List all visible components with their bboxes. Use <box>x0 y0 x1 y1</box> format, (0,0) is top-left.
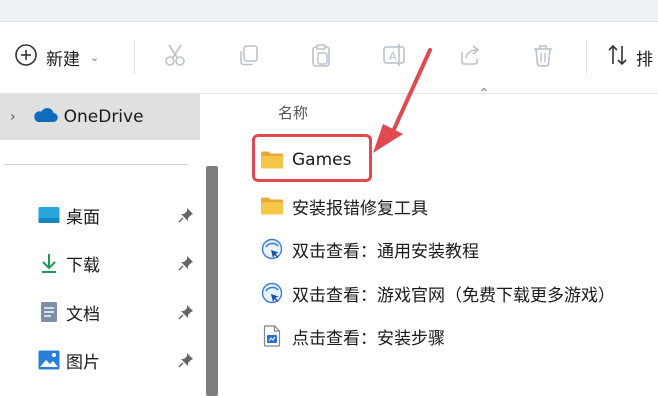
column-header-name[interactable]: 名称 <box>278 102 308 123</box>
desktop-icon <box>38 204 60 226</box>
paste-icon <box>308 42 334 72</box>
sidebar-item-label: 桌面 <box>66 207 100 228</box>
download-icon <box>38 252 60 274</box>
sort-button[interactable]: 排 <box>606 42 653 72</box>
sidebar-scrollbar[interactable] <box>206 166 218 396</box>
copy-button[interactable] <box>234 42 264 72</box>
chevron-right-icon[interactable]: › <box>10 109 16 125</box>
pin-icon[interactable] <box>178 352 194 368</box>
list-item[interactable]: Games <box>260 145 351 175</box>
sort-button-label: 排 <box>636 49 653 70</box>
pictures-icon <box>38 349 60 371</box>
command-bar: 新建 ⌄ A 排 <box>0 22 658 94</box>
share-icon <box>456 42 482 72</box>
pin-icon[interactable] <box>178 304 194 320</box>
file-name: Games <box>292 150 352 170</box>
toolbar-divider <box>586 40 587 74</box>
share-button[interactable] <box>454 42 484 72</box>
cut-button[interactable] <box>160 42 190 72</box>
folder-icon <box>260 195 284 217</box>
file-list: ⌃ 名称 Games 安装报错修复工具 双击查看：通用安装教程 双击查看：游戏官… <box>228 86 658 396</box>
folder-icon <box>260 149 284 171</box>
internet-shortcut-icon <box>260 282 284 304</box>
chevron-down-icon: ⌄ <box>90 50 100 64</box>
new-button[interactable]: 新建 ⌄ <box>8 42 105 72</box>
sidebar-item-label: 图片 <box>66 352 100 373</box>
file-name: 双击查看：通用安装教程 <box>292 241 479 262</box>
navigation-pane: › OneDrive 桌面 下载 文档 图片 <box>0 94 222 396</box>
sort-ascending-caret-icon: ⌃ <box>478 86 490 102</box>
documents-icon <box>38 301 60 323</box>
paste-button[interactable] <box>306 42 336 72</box>
svg-text:A: A <box>389 50 397 63</box>
copy-icon <box>236 42 262 72</box>
file-name: 双击查看：游戏官网（免费下载更多游戏） <box>292 285 615 306</box>
onedrive-cloud-icon <box>32 106 58 128</box>
list-item[interactable]: 双击查看：通用安装教程 <box>260 234 479 264</box>
sidebar-item-pictures[interactable]: 图片 <box>38 345 200 375</box>
toolbar-divider <box>134 40 135 74</box>
cut-icon <box>162 42 188 72</box>
rename-icon: A <box>381 42 409 72</box>
add-icon <box>14 43 38 71</box>
sidebar-item-onedrive[interactable]: › OneDrive <box>0 94 200 140</box>
sort-icon <box>606 43 630 71</box>
sidebar-item-label: 下载 <box>66 255 100 276</box>
sidebar-item-downloads[interactable]: 下载 <box>38 248 200 278</box>
list-item[interactable]: 安装报错修复工具 <box>260 191 428 221</box>
delete-button[interactable] <box>528 42 558 72</box>
document-file-icon <box>260 325 284 347</box>
sidebar-item-desktop[interactable]: 桌面 <box>38 200 200 230</box>
internet-shortcut-icon <box>260 238 284 260</box>
sidebar-item-label: 文档 <box>66 304 100 325</box>
sidebar-item-documents[interactable]: 文档 <box>38 297 200 327</box>
list-item[interactable]: 点击查看：安装步骤 <box>260 321 445 351</box>
sidebar-item-label: OneDrive <box>63 107 144 127</box>
new-button-label: 新建 <box>46 49 80 70</box>
list-item[interactable]: 双击查看：游戏官网（免费下载更多游戏） <box>260 278 615 308</box>
delete-icon <box>530 42 556 72</box>
file-name: 点击查看：安装步骤 <box>292 328 445 349</box>
pin-icon[interactable] <box>178 207 194 223</box>
window-top-strip <box>0 0 658 22</box>
file-name: 安装报错修复工具 <box>292 198 428 219</box>
sidebar-divider <box>4 164 188 165</box>
rename-button[interactable]: A <box>380 42 410 72</box>
pin-icon[interactable] <box>178 255 194 271</box>
